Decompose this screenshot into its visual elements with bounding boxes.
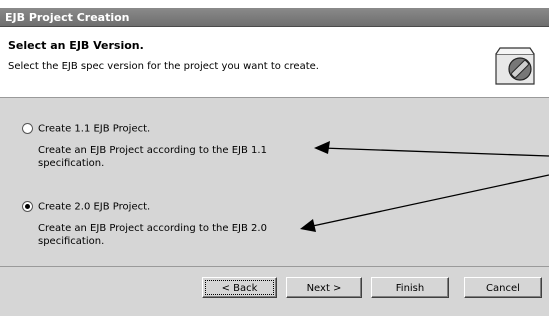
title-bar: EJB Project Creation (0, 8, 549, 27)
radio-ejb-2-0[interactable] (22, 200, 33, 212)
option-ejb-2-0-description: Create an EJB Project according to the E… (38, 223, 267, 247)
finish-button[interactable]: Finish (371, 277, 449, 298)
ejb-jar-icon (495, 47, 535, 85)
page-title: Select an EJB Version. (8, 39, 144, 52)
option-ejb-1-1-label: Create 1.1 EJB Project. (38, 123, 151, 135)
cancel-button[interactable]: Cancel (464, 277, 542, 298)
option-ejb-2-0[interactable]: Create 2.0 EJB Project. (22, 200, 150, 213)
option-ejb-1-1[interactable]: Create 1.1 EJB Project. (22, 122, 150, 135)
window-title: EJB Project Creation (5, 11, 130, 24)
back-button[interactable]: < Back (202, 277, 277, 298)
wizard-footer: < Back Next > Finish Cancel (0, 267, 549, 316)
wizard-body: Create 1.1 EJB Project. Create an EJB Pr… (0, 98, 549, 266)
option-ejb-2-0-label: Create 2.0 EJB Project. (38, 201, 151, 213)
radio-ejb-1-1[interactable] (22, 122, 33, 134)
next-button[interactable]: Next > (286, 277, 362, 298)
wizard-header: Select an EJB Version. Select the EJB sp… (0, 27, 549, 98)
ejb-project-creation-dialog: EJB Project Creation Select an EJB Versi… (0, 0, 549, 316)
page-description: Select the EJB spec version for the proj… (8, 61, 319, 72)
option-ejb-1-1-description: Create an EJB Project according to the E… (38, 145, 267, 169)
